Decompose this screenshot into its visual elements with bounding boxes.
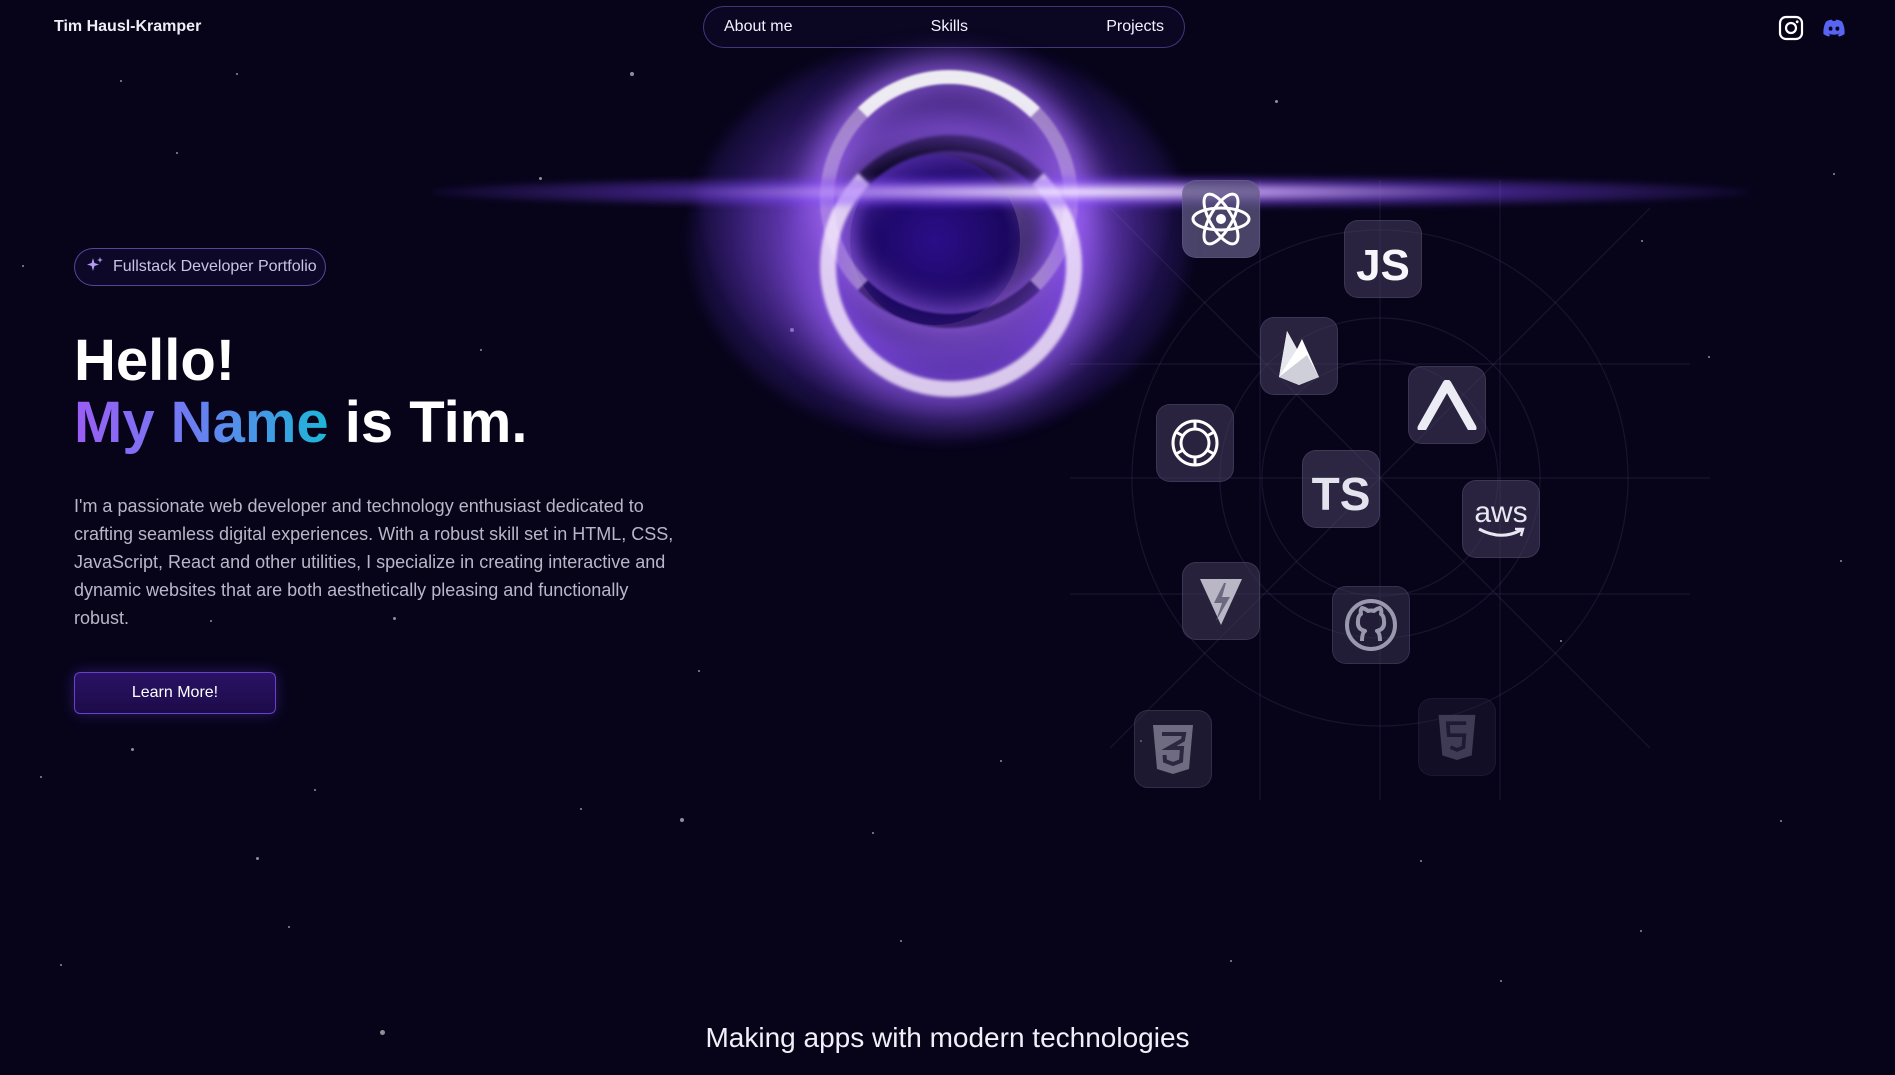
- hero-name-rest: is Tim.: [344, 390, 528, 455]
- hero-bio: I'm a passionate web developer and techn…: [74, 496, 674, 628]
- section-heading: Making apps with modern technologies: [705, 1022, 1190, 1053]
- react-icon[interactable]: [1182, 180, 1260, 258]
- html5-icon[interactable]: [1418, 698, 1496, 776]
- badge-text: Fullstack Developer Portfolio: [113, 258, 317, 275]
- ts-label: TS: [1311, 468, 1371, 520]
- css3-icon[interactable]: [1134, 710, 1212, 788]
- learn-more-button[interactable]: Learn More!: [74, 672, 276, 714]
- vercel-icon[interactable]: [1408, 366, 1486, 444]
- aws-icon[interactable]: aws: [1462, 480, 1540, 558]
- aws-label: aws: [1474, 496, 1528, 529]
- nav-about-me[interactable]: About me: [724, 18, 792, 36]
- javascript-icon[interactable]: JS: [1344, 220, 1422, 298]
- nav-projects[interactable]: Projects: [1106, 18, 1164, 36]
- typescript-icon[interactable]: TS: [1302, 450, 1380, 528]
- instagram-icon[interactable]: [1778, 15, 1804, 41]
- nav-skills[interactable]: Skills: [931, 18, 968, 36]
- vite-icon[interactable]: [1182, 562, 1260, 640]
- main-nav: About me Skills Projects: [703, 6, 1185, 48]
- js-label: JS: [1356, 241, 1410, 290]
- skills-orbit: JS TS aws: [1050, 180, 1750, 820]
- discord-icon[interactable]: [1821, 15, 1847, 41]
- portfolio-badge: Fullstack Developer Portfolio: [74, 248, 326, 286]
- hero-name-highlight: My Name: [74, 390, 329, 455]
- hero-name-line: My Name is Tim.: [74, 392, 527, 454]
- firebase-icon[interactable]: [1260, 317, 1338, 395]
- site-brand[interactable]: Tim Hausl-Kramper: [54, 18, 201, 36]
- sparkles-icon: [85, 255, 105, 280]
- openai-icon[interactable]: [1156, 404, 1234, 482]
- hero-greeting: Hello!: [74, 328, 236, 393]
- github-icon[interactable]: [1332, 586, 1410, 664]
